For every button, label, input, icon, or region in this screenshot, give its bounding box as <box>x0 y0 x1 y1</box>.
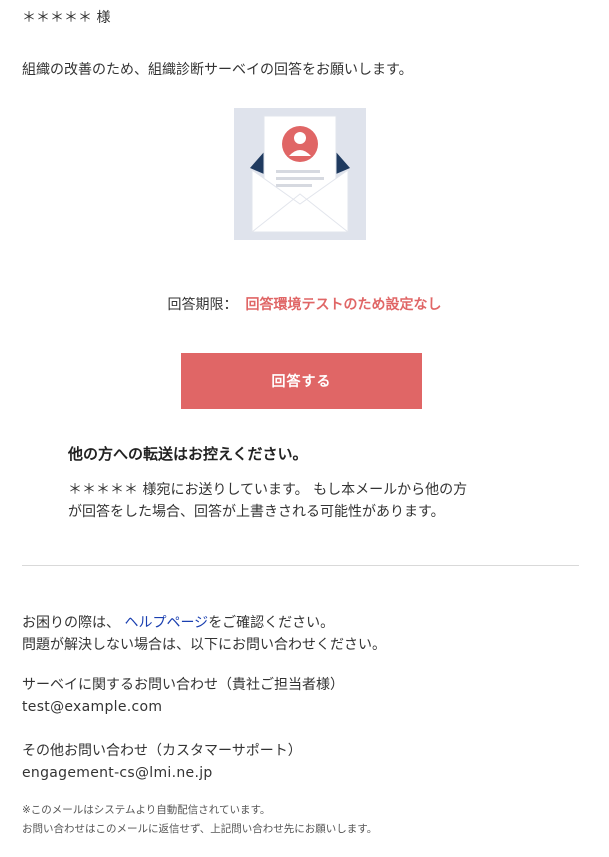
survey-contact-label: サーベイに関するお問い合わせ（貴社ご担当者様） <box>22 677 344 693</box>
help-page-link[interactable]: ヘルプページ <box>124 615 208 631</box>
deadline-value: 回答環境テストのため設定なし <box>245 297 442 313</box>
footer-line-2: お問い合わせはこのメールに返信せず、上記問い合わせ先にお願いします。 <box>22 823 378 835</box>
notice-line-1: ＊＊＊＊＊ 様宛にお送りしています。 もし本メールから他の方 <box>68 482 468 498</box>
notice-line-2: が回答をした場合、回答が上書きされる可能性があります。 <box>68 504 445 520</box>
help-line-1: お困りの際は、 ヘルプページをご確認ください。 <box>22 612 386 634</box>
envelope-illustration <box>234 108 366 240</box>
help-prefix: お困りの際は、 <box>22 615 125 631</box>
intro-message: 組織の改善のため、組織診断サーベイの回答をお願いします。 <box>22 62 413 78</box>
deadline-row: 回答期限： 回答環境テストのため設定なし <box>0 295 609 315</box>
help-section: お困りの際は、 ヘルプページをご確認ください。 問題が解決しない場合は、以下にお… <box>22 612 386 656</box>
deadline-label: 回答期限： <box>167 297 238 313</box>
forwarding-notice-title: 他の方への転送はお控えください。 <box>68 445 308 463</box>
footer-line-1: ※このメールはシステムより自動配信されています。 <box>22 804 271 816</box>
survey-contact-email[interactable]: test@example.com <box>22 697 162 717</box>
answer-button[interactable]: 回答する <box>181 353 422 409</box>
support-contact-label: その他お問い合わせ（カスタマーサポート） <box>22 743 302 759</box>
footer-note: ※このメールはシステムより自動配信されています。 お問い合わせはこのメールに返信… <box>22 801 377 839</box>
support-contact-email[interactable]: engagement-cs@lmi.ne.jp <box>22 763 213 783</box>
help-suffix: をご確認ください。 <box>208 615 335 631</box>
forwarding-notice-body: ＊＊＊＊＊ 様宛にお送りしています。 もし本メールから他の方 が回答をした場合、… <box>68 479 467 523</box>
section-divider <box>22 565 579 566</box>
envelope-icon <box>234 108 366 240</box>
help-line-2: 問題が解決しない場合は、以下にお問い合わせください。 <box>22 637 386 653</box>
recipient-name: ＊＊＊＊＊ 様 <box>22 10 111 26</box>
